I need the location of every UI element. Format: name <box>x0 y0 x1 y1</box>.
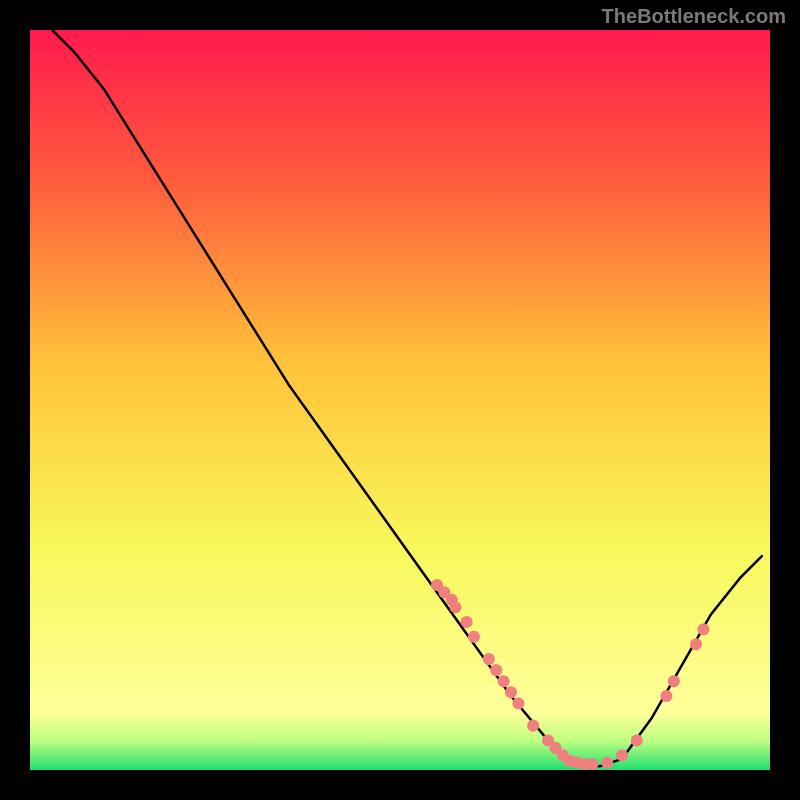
data-point <box>690 638 702 650</box>
data-point <box>512 697 524 709</box>
data-point <box>601 757 613 769</box>
chart-plot-area <box>30 30 770 770</box>
gradient-background <box>30 30 770 770</box>
data-point <box>668 675 680 687</box>
data-point <box>498 675 510 687</box>
data-point <box>527 720 539 732</box>
watermark-text: TheBottleneck.com <box>602 6 786 29</box>
data-point <box>586 758 598 770</box>
data-point <box>616 749 628 761</box>
data-point <box>468 631 480 643</box>
data-point <box>450 601 462 613</box>
data-point <box>660 690 672 702</box>
data-point <box>483 653 495 665</box>
data-point <box>631 734 643 746</box>
chart-svg <box>30 30 770 770</box>
data-point <box>490 664 502 676</box>
data-point <box>461 616 473 628</box>
data-point <box>697 623 709 635</box>
data-point <box>505 686 517 698</box>
